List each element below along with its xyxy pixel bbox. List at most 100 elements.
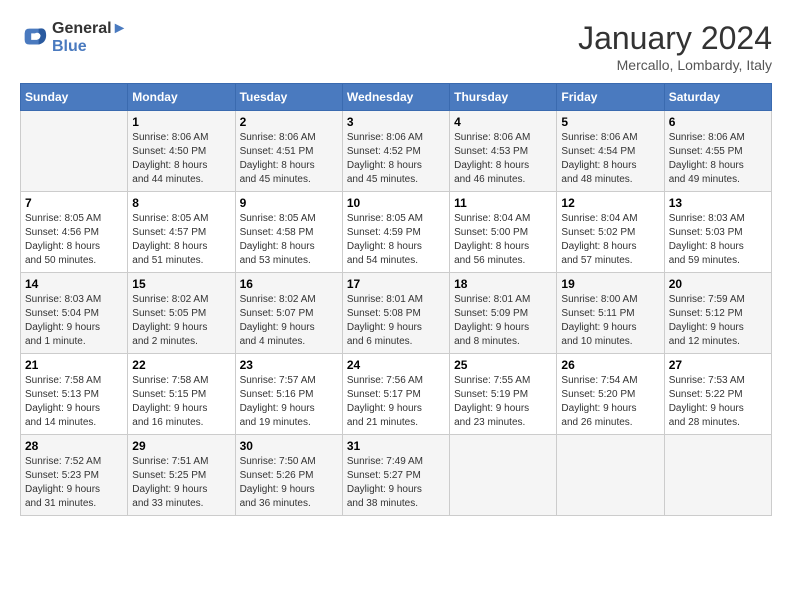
day-info: Sunrise: 7:54 AM Sunset: 5:20 PM Dayligh… bbox=[561, 374, 659, 430]
calendar-header-row: SundayMondayTuesdayWednesdayThursdayFrid… bbox=[21, 84, 772, 111]
calendar-cell: 25 Sunrise: 7:55 AM Sunset: 5:19 PM Dayli… bbox=[450, 354, 557, 435]
day-number: 16 bbox=[240, 277, 338, 291]
day-info: Sunrise: 8:06 AM Sunset: 4:50 PM Dayligh… bbox=[132, 131, 230, 187]
day-info: Sunrise: 8:02 AM Sunset: 5:05 PM Dayligh… bbox=[132, 293, 230, 349]
day-number: 26 bbox=[561, 358, 659, 372]
day-info: Sunrise: 8:05 AM Sunset: 4:59 PM Dayligh… bbox=[347, 212, 445, 268]
calendar-cell: 5Sunrise: 8:06 AM Sunset: 4:54 PM Daylig… bbox=[557, 111, 664, 192]
day-number: 7 bbox=[25, 196, 123, 210]
day-number: 28 bbox=[25, 439, 123, 453]
day-info: Sunrise: 7:52 AM Sunset: 5:23 PM Dayligh… bbox=[25, 455, 123, 511]
day-number: 19 bbox=[561, 277, 659, 291]
calendar-cell: 16 Sunrise: 8:02 AM Sunset: 5:07 PM Dayli… bbox=[235, 273, 342, 354]
day-info: Sunrise: 8:01 AM Sunset: 5:09 PM Dayligh… bbox=[454, 293, 552, 349]
day-number: 9 bbox=[240, 196, 338, 210]
calendar-cell: 30Sunrise: 7:50 AM Sunset: 5:26 PM Dayli… bbox=[235, 435, 342, 516]
day-info: Sunrise: 8:05 AM Sunset: 4:57 PM Dayligh… bbox=[132, 212, 230, 268]
calendar-cell: 26 Sunrise: 7:54 AM Sunset: 5:20 PM Dayli… bbox=[557, 354, 664, 435]
calendar-cell: 1 Sunrise: 8:06 AM Sunset: 4:50 PM Daylig… bbox=[128, 111, 235, 192]
day-number: 8 bbox=[132, 196, 230, 210]
day-number: 15 bbox=[132, 277, 230, 291]
day-info: Sunrise: 7:59 AM Sunset: 5:12 PM Dayligh… bbox=[669, 293, 767, 349]
calendar-cell: 21Sunrise: 7:58 AM Sunset: 5:13 PM Dayli… bbox=[21, 354, 128, 435]
day-number: 4 bbox=[454, 115, 552, 129]
day-number: 23 bbox=[240, 358, 338, 372]
calendar-cell: 12 Sunrise: 8:04 AM Sunset: 5:02 PM Dayli… bbox=[557, 192, 664, 273]
day-number: 20 bbox=[669, 277, 767, 291]
calendar-cell: 23 Sunrise: 7:57 AM Sunset: 5:16 PM Dayli… bbox=[235, 354, 342, 435]
day-number: 5 bbox=[561, 115, 659, 129]
day-info: Sunrise: 8:05 AM Sunset: 4:56 PM Dayligh… bbox=[25, 212, 123, 268]
calendar-cell: 29 Sunrise: 7:51 AM Sunset: 5:25 PM Dayli… bbox=[128, 435, 235, 516]
calendar-cell: 27Sunrise: 7:53 AM Sunset: 5:22 PM Dayli… bbox=[664, 354, 771, 435]
day-info: Sunrise: 8:03 AM Sunset: 5:03 PM Dayligh… bbox=[669, 212, 767, 268]
day-info: Sunrise: 7:56 AM Sunset: 5:17 PM Dayligh… bbox=[347, 374, 445, 430]
calendar-week-1: 1 Sunrise: 8:06 AM Sunset: 4:50 PM Daylig… bbox=[21, 111, 772, 192]
col-header-saturday: Saturday bbox=[664, 84, 771, 111]
page-header: General► Blue January 2024 Mercallo, Lom… bbox=[20, 20, 772, 73]
day-number: 13 bbox=[669, 196, 767, 210]
day-info: Sunrise: 7:55 AM Sunset: 5:19 PM Dayligh… bbox=[454, 374, 552, 430]
logo: General► Blue bbox=[20, 20, 127, 56]
day-info: Sunrise: 8:04 AM Sunset: 5:00 PM Dayligh… bbox=[454, 212, 552, 268]
title-block: January 2024 Mercallo, Lombardy, Italy bbox=[578, 20, 772, 73]
col-header-sunday: Sunday bbox=[21, 84, 128, 111]
calendar-cell: 6Sunrise: 8:06 AM Sunset: 4:55 PM Daylig… bbox=[664, 111, 771, 192]
calendar-week-2: 7 Sunrise: 8:05 AM Sunset: 4:56 PM Daylig… bbox=[21, 192, 772, 273]
day-info: Sunrise: 8:02 AM Sunset: 5:07 PM Dayligh… bbox=[240, 293, 338, 349]
calendar-week-5: 28 Sunrise: 7:52 AM Sunset: 5:23 PM Dayli… bbox=[21, 435, 772, 516]
day-info: Sunrise: 7:51 AM Sunset: 5:25 PM Dayligh… bbox=[132, 455, 230, 511]
day-info: Sunrise: 7:50 AM Sunset: 5:26 PM Dayligh… bbox=[240, 455, 338, 511]
calendar-table: SundayMondayTuesdayWednesdayThursdayFrid… bbox=[20, 83, 772, 516]
calendar-cell: 11Sunrise: 8:04 AM Sunset: 5:00 PM Dayli… bbox=[450, 192, 557, 273]
day-number: 3 bbox=[347, 115, 445, 129]
calendar-cell: 22Sunrise: 7:58 AM Sunset: 5:15 PM Dayli… bbox=[128, 354, 235, 435]
calendar-cell: 4Sunrise: 8:06 AM Sunset: 4:53 PM Daylig… bbox=[450, 111, 557, 192]
calendar-cell: 9 Sunrise: 8:05 AM Sunset: 4:58 PM Daylig… bbox=[235, 192, 342, 273]
day-number: 17 bbox=[347, 277, 445, 291]
calendar-cell: 13 Sunrise: 8:03 AM Sunset: 5:03 PM Dayli… bbox=[664, 192, 771, 273]
day-info: Sunrise: 7:57 AM Sunset: 5:16 PM Dayligh… bbox=[240, 374, 338, 430]
calendar-cell: 18Sunrise: 8:01 AM Sunset: 5:09 PM Dayli… bbox=[450, 273, 557, 354]
day-number: 25 bbox=[454, 358, 552, 372]
day-info: Sunrise: 8:04 AM Sunset: 5:02 PM Dayligh… bbox=[561, 212, 659, 268]
day-info: Sunrise: 8:01 AM Sunset: 5:08 PM Dayligh… bbox=[347, 293, 445, 349]
calendar-cell: 2 Sunrise: 8:06 AM Sunset: 4:51 PM Daylig… bbox=[235, 111, 342, 192]
calendar-cell: 10Sunrise: 8:05 AM Sunset: 4:59 PM Dayli… bbox=[342, 192, 449, 273]
calendar-cell: 8 Sunrise: 8:05 AM Sunset: 4:57 PM Daylig… bbox=[128, 192, 235, 273]
day-number: 1 bbox=[132, 115, 230, 129]
logo-text: General► Blue bbox=[52, 20, 127, 56]
day-number: 29 bbox=[132, 439, 230, 453]
day-number: 22 bbox=[132, 358, 230, 372]
calendar-cell: 17 Sunrise: 8:01 AM Sunset: 5:08 PM Dayli… bbox=[342, 273, 449, 354]
day-info: Sunrise: 7:53 AM Sunset: 5:22 PM Dayligh… bbox=[669, 374, 767, 430]
calendar-cell bbox=[450, 435, 557, 516]
day-number: 24 bbox=[347, 358, 445, 372]
calendar-week-3: 14Sunrise: 8:03 AM Sunset: 5:04 PM Dayli… bbox=[21, 273, 772, 354]
calendar-cell: 31 Sunrise: 7:49 AM Sunset: 5:27 PM Dayli… bbox=[342, 435, 449, 516]
day-number: 14 bbox=[25, 277, 123, 291]
day-number: 21 bbox=[25, 358, 123, 372]
day-info: Sunrise: 8:00 AM Sunset: 5:11 PM Dayligh… bbox=[561, 293, 659, 349]
calendar-cell bbox=[557, 435, 664, 516]
calendar-cell: 14Sunrise: 8:03 AM Sunset: 5:04 PM Dayli… bbox=[21, 273, 128, 354]
month-title: January 2024 bbox=[578, 20, 772, 57]
day-number: 12 bbox=[561, 196, 659, 210]
calendar-cell: 20 Sunrise: 7:59 AM Sunset: 5:12 PM Dayli… bbox=[664, 273, 771, 354]
calendar-cell: 15 Sunrise: 8:02 AM Sunset: 5:05 PM Dayli… bbox=[128, 273, 235, 354]
day-info: Sunrise: 8:06 AM Sunset: 4:51 PM Dayligh… bbox=[240, 131, 338, 187]
calendar-cell: 7 Sunrise: 8:05 AM Sunset: 4:56 PM Daylig… bbox=[21, 192, 128, 273]
day-number: 31 bbox=[347, 439, 445, 453]
calendar-cell: 24 Sunrise: 7:56 AM Sunset: 5:17 PM Dayli… bbox=[342, 354, 449, 435]
col-header-monday: Monday bbox=[128, 84, 235, 111]
col-header-wednesday: Wednesday bbox=[342, 84, 449, 111]
location-subtitle: Mercallo, Lombardy, Italy bbox=[578, 57, 772, 73]
col-header-friday: Friday bbox=[557, 84, 664, 111]
col-header-thursday: Thursday bbox=[450, 84, 557, 111]
day-info: Sunrise: 8:05 AM Sunset: 4:58 PM Dayligh… bbox=[240, 212, 338, 268]
day-number: 2 bbox=[240, 115, 338, 129]
day-info: Sunrise: 7:49 AM Sunset: 5:27 PM Dayligh… bbox=[347, 455, 445, 511]
calendar-cell: 19 Sunrise: 8:00 AM Sunset: 5:11 PM Dayli… bbox=[557, 273, 664, 354]
col-header-tuesday: Tuesday bbox=[235, 84, 342, 111]
calendar-week-4: 21Sunrise: 7:58 AM Sunset: 5:13 PM Dayli… bbox=[21, 354, 772, 435]
